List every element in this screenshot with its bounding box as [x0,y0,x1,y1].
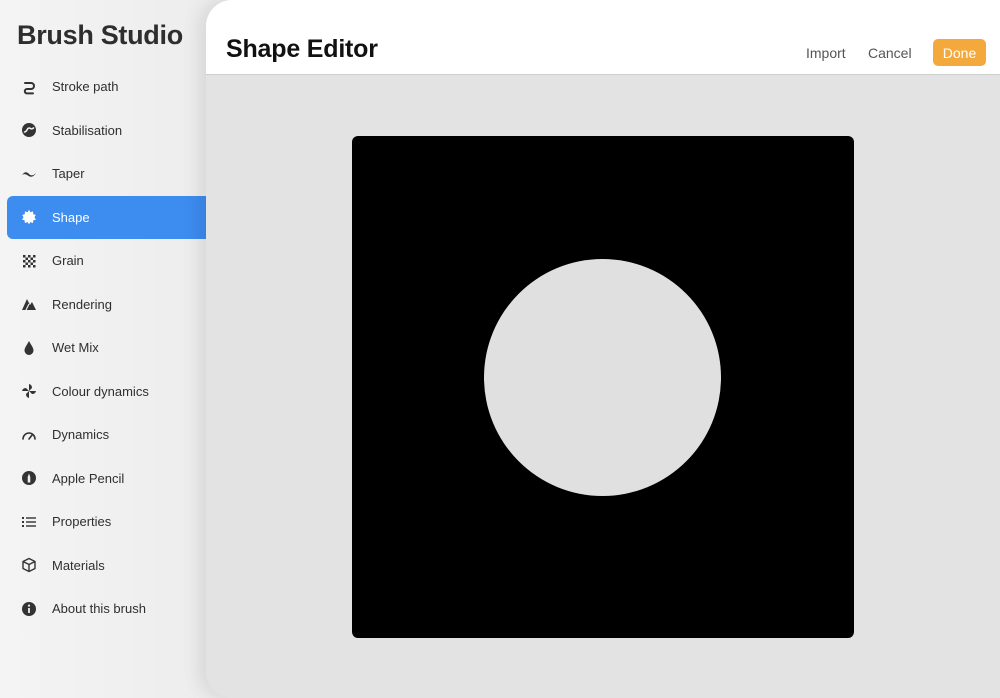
import-button[interactable]: Import [806,45,846,61]
sidebar-item-about-this-brush[interactable]: About this brush [7,587,207,631]
stabilisation-icon [21,122,37,138]
sidebar-item-shape[interactable]: Shape [7,195,207,239]
sidebar-nav: Stroke path Stabilisation Taper Shape Gr… [7,65,207,631]
shape-icon [21,209,37,225]
sidebar-item-label: Rendering [52,296,112,312]
sidebar-item-taper[interactable]: Taper [7,152,207,196]
sidebar-item-stabilisation[interactable]: Stabilisation [7,109,207,153]
dynamics-icon [21,427,37,443]
done-button[interactable]: Done [933,39,986,66]
editor-body [206,75,1000,698]
sidebar-item-dynamics[interactable]: Dynamics [7,413,207,457]
sidebar-item-stroke-path[interactable]: Stroke path [7,65,207,109]
info-icon [21,601,37,617]
sidebar: Brush Studio Stroke path Stabilisation T… [0,0,230,698]
colour-dynamics-icon [21,383,37,399]
sidebar-item-label: Stroke path [52,79,119,95]
materials-icon [21,557,37,573]
shape-editor-panel: Shape Editor Import Cancel Done [206,0,1000,698]
grain-icon [21,253,37,269]
sidebar-item-grain[interactable]: Grain [7,239,207,283]
app-title: Brush Studio [17,20,183,50]
shape-canvas[interactable] [352,136,854,638]
sidebar-item-label: About this brush [52,601,146,617]
sidebar-item-properties[interactable]: Properties [7,500,207,544]
sidebar-item-label: Apple Pencil [52,470,125,486]
sidebar-item-label: Properties [52,514,112,530]
properties-icon [21,514,37,530]
page-title: Shape Editor [226,35,378,63]
sidebar-item-label: Wet Mix [52,340,99,356]
editor-header: Shape Editor Import Cancel Done [206,0,1000,75]
sidebar-item-label: Stabilisation [52,122,123,138]
sidebar-item-label: Shape [52,209,90,225]
wet-mix-icon [21,340,37,356]
shape-preview-circle [484,259,721,496]
apple-pencil-icon [21,470,37,486]
sidebar-item-colour-dynamics[interactable]: Colour dynamics [7,370,207,414]
rendering-icon [21,296,37,312]
stroke-path-icon [21,79,37,95]
sidebar-item-materials[interactable]: Materials [7,544,207,588]
sidebar-item-label: Materials [52,557,105,573]
sidebar-item-wet-mix[interactable]: Wet Mix [7,326,207,370]
sidebar-item-label: Grain [52,253,84,269]
taper-icon [21,166,37,182]
cancel-button[interactable]: Cancel [868,45,912,61]
sidebar-item-rendering[interactable]: Rendering [7,283,207,327]
sidebar-item-label: Taper [52,166,85,182]
sidebar-item-apple-pencil[interactable]: Apple Pencil [7,457,207,501]
sidebar-item-label: Colour dynamics [52,383,149,399]
sidebar-item-label: Dynamics [52,427,110,443]
